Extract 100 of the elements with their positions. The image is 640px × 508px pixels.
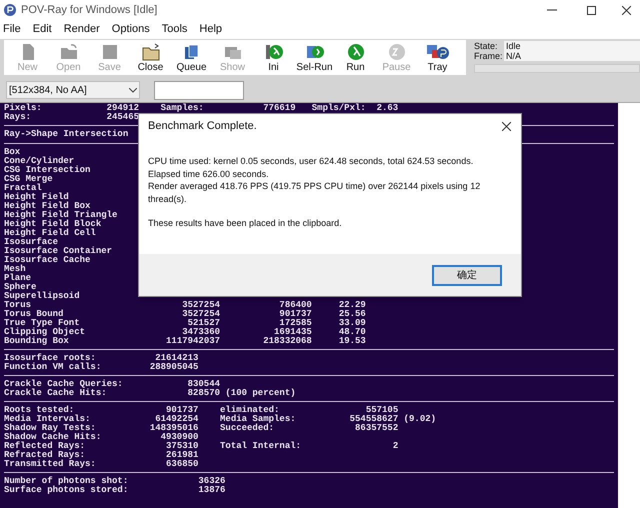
dialog-message: Render averaged 418.76 PPS (419.75 PPS CPU time) over 262144 pixels using 12 thread(s). <box>148 180 482 205</box>
stat-value: 48.70 <box>338 328 366 337</box>
stat-label: Height Field Box <box>4 202 90 211</box>
stat-label: Mesh <box>4 265 26 274</box>
stat-value: 36326 <box>197 477 226 486</box>
stat-label: True Type Font <box>4 319 80 328</box>
stat-label: Fractal <box>4 184 42 193</box>
stat-label: (100 percent) <box>225 389 296 398</box>
stat-label: Samples: <box>160 104 205 113</box>
stat-value: 3473360 <box>181 328 220 337</box>
toolbar-button[interactable]: Ini <box>253 40 294 74</box>
ok-button[interactable]: 确定 <box>432 264 502 286</box>
stat-value: 375310 <box>165 442 198 451</box>
stat-label: CSG Merge <box>4 175 53 184</box>
menu-item[interactable]: Edit <box>32 21 53 38</box>
stat-label: Bounding Box <box>4 337 70 346</box>
stat-label: Crackle Cache Queries: <box>4 380 124 389</box>
stat-label: Box <box>4 148 20 157</box>
stat-label: Succeeded: <box>220 424 276 433</box>
stat-value: 901737 <box>165 406 198 415</box>
stat-label: Height Field Triangle <box>4 211 118 220</box>
stat-label: Height Field Cell <box>4 229 96 238</box>
stat-label: Pixels: <box>4 104 43 113</box>
stat-label: Roots tested: <box>4 406 74 415</box>
stat-label: Torus Bound <box>4 310 64 319</box>
stat-value: 521527 <box>186 319 220 328</box>
menu-item[interactable]: Tools <box>160 21 188 38</box>
toolbar-button[interactable]: Queue <box>171 40 212 74</box>
folder-icon <box>140 42 160 62</box>
stat-value: 294912 <box>106 104 139 113</box>
toolbar-button[interactable]: Close <box>130 40 171 74</box>
stat-value: 828570 <box>186 389 220 398</box>
stat-value: 86357552 <box>354 424 398 433</box>
stat-label: Isosurface <box>4 238 58 247</box>
stat-value: 245465 <box>106 113 139 122</box>
menu-item[interactable]: Render <box>62 21 101 38</box>
dialog-message: CPU time used: kernel 0.05 seconds, user 624.48 seconds, total 624.53 seconds. <box>148 155 474 168</box>
stat-value: 3527254 <box>181 301 220 310</box>
stat-label: Media Intervals: <box>4 415 92 424</box>
stat-value: 25.56 <box>338 310 366 319</box>
stat-value: 776619 <box>262 104 296 113</box>
stat-value: 148395016 <box>148 424 198 433</box>
stat-label: Plane <box>4 274 32 283</box>
stat-label: Rays: <box>4 113 32 122</box>
stat-label: 172585 <box>278 319 312 328</box>
stat-value: 557105 <box>364 406 398 415</box>
stat-label: Isosurface Container <box>4 247 112 256</box>
stat-label: Crackle Cache Hits: <box>4 389 108 398</box>
stat-value: 33.09 <box>338 319 366 328</box>
stat-label: CSG Intersection <box>4 166 90 175</box>
toolbar-button[interactable]: Run <box>335 40 376 74</box>
stat-value: 4930900 <box>160 433 198 442</box>
stat-value: 830544 <box>186 380 220 389</box>
state-label: State: <box>474 41 499 51</box>
stat-label: Clipping Object <box>4 328 86 337</box>
stat-label: Total Internal: <box>220 442 302 451</box>
dialog-note: These results have been placed in the clipboard. <box>148 217 343 230</box>
stat-value: 261981 <box>165 451 198 460</box>
stat-label: 1691435 <box>273 328 312 337</box>
menu-item[interactable]: Help <box>198 21 224 38</box>
stat-value: 19.53 <box>338 337 366 346</box>
stat-value: 3527254 <box>181 310 220 319</box>
stat-label: Media Samples: <box>220 415 297 424</box>
state-value: Idle <box>504 41 640 51</box>
stat-label: Reflected Rays: <box>4 442 86 451</box>
command-input-field[interactable] <box>154 80 244 100</box>
stat-value: 2.63 <box>376 104 398 113</box>
stat-value: 288905045 <box>148 363 198 372</box>
stat-label: Function VM calls: <box>4 363 102 372</box>
maximize-icon[interactable] <box>587 6 596 14</box>
stat-label: Refracted Rays: <box>4 451 86 460</box>
close-icon[interactable] <box>622 6 631 14</box>
stat-label: Surface photons stored: <box>4 486 130 495</box>
frame-label: Frame: <box>474 51 504 61</box>
stat-label: Superellipsoid <box>4 292 80 301</box>
close-icon[interactable] <box>502 122 511 130</box>
stat-label: Torus <box>4 301 32 310</box>
stat-label: Sphere <box>4 283 36 292</box>
stat-label: Transmitted Rays: <box>4 460 97 469</box>
resolution-dropdown[interactable]: [512x384, No AA] <box>6 81 140 99</box>
stat-label: 218332068 <box>262 337 312 346</box>
folder-icon <box>58 42 78 62</box>
toolbar-button[interactable]: Tray <box>417 40 458 74</box>
stat-label: 786400 <box>278 301 312 310</box>
stat-label: Height Field Block <box>4 220 102 229</box>
stat-label: Height Field <box>4 193 69 202</box>
chevron-down-icon <box>129 88 137 92</box>
stat-label: Ray->Shape Intersection <box>4 130 128 139</box>
menu-item[interactable]: Options <box>110 21 151 38</box>
stat-label: Smpls/Pxl: <box>312 104 367 113</box>
toolbar-button[interactable]: Sel-Run <box>294 40 335 74</box>
stat-label: (9.02) <box>404 415 436 424</box>
stat-value: 636850 <box>165 460 198 469</box>
frame-value: N/A <box>504 51 640 61</box>
menu-item[interactable]: File <box>2 21 22 38</box>
stat-value: 21614213 <box>154 354 198 363</box>
stat-value: 13876 <box>197 486 226 495</box>
app-logo-icon <box>4 4 16 16</box>
dialog-title: Benchmark Complete. <box>148 118 258 134</box>
stat-label: Isosurface roots: <box>4 354 96 363</box>
